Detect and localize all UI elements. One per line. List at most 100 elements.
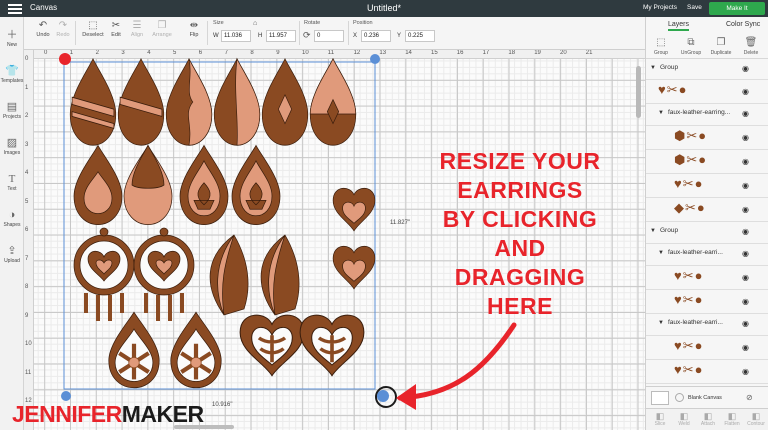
sidebar-item-shapes[interactable]: ◑ Shapes: [0, 209, 24, 228]
layer-item-row[interactable]: ◆✂● ◉: [646, 198, 768, 222]
tool-icon: ◧: [751, 411, 761, 421]
width-input[interactable]: 11.036: [221, 30, 251, 42]
layer-group-label: faux-leather-earri...: [668, 319, 723, 326]
layer-item-row[interactable]: ♥✂● ◉: [646, 80, 768, 104]
eye-icon[interactable]: ◉: [742, 205, 749, 214]
deselect-button[interactable]: ⬚ Deselect: [80, 20, 106, 38]
save-button[interactable]: Save: [687, 4, 702, 11]
tool-icon: ◧: [727, 411, 737, 421]
my-projects-link[interactable]: My Projects: [643, 4, 677, 11]
sidebar-item-label: Templates: [0, 78, 24, 84]
tab-color-sync[interactable]: Color Sync: [726, 21, 760, 28]
expand-arrow-icon[interactable]: ▼: [658, 250, 664, 256]
edit-toolbar: ↶ Undo ↷ Redo ⬚ Deselect ✂ Edit ☰ Align ❐ Arra…: [0, 17, 645, 50]
tool-label: Slice: [654, 421, 666, 427]
tab-layers[interactable]: Layers: [668, 21, 690, 31]
expand-arrow-icon[interactable]: ▼: [658, 110, 664, 116]
lock-icon[interactable]: ⌂: [253, 20, 257, 27]
sidebar-item-upload[interactable]: ⇪ Upload: [0, 245, 24, 264]
flip-button[interactable]: ⇹ Flip: [185, 20, 203, 38]
layer-group-row[interactable]: ▼ faux-leather-earring... ◉: [646, 104, 768, 126]
deselect-icon: ⬚: [88, 20, 98, 31]
canvas-color-circle[interactable]: [675, 393, 684, 402]
edit-label: Edit: [111, 32, 121, 38]
undo-button[interactable]: ↶ Undo: [34, 20, 52, 38]
rotate-handle-icon[interactable]: [370, 54, 380, 64]
layer-group-label: Group: [660, 64, 679, 71]
layer-group-row[interactable]: ▼ faux-leather-earri... ◉: [646, 314, 768, 336]
caption-line: BY CLICKING: [442, 206, 598, 232]
delete-handle-icon[interactable]: [59, 53, 71, 65]
layer-group-row[interactable]: ▼ Group ◉: [646, 222, 768, 244]
left-sidebar: ＋ New 👕 Templates ▤ Projects ▨ Images T Text …: [0, 17, 24, 430]
layer-item-row[interactable]: ♥✂● ◉: [646, 360, 768, 384]
expand-arrow-icon[interactable]: ▼: [658, 320, 664, 326]
width-readout: 10.916": [212, 402, 233, 408]
layer-thumbnail-icon: ♥✂●: [674, 292, 704, 307]
sidebar-item-templates[interactable]: 👕 Templates: [0, 65, 24, 84]
make-it-button[interactable]: Make It: [709, 2, 765, 15]
eye-icon[interactable]: ◉: [742, 181, 749, 190]
layer-group-row[interactable]: ▼ Group ◉: [646, 59, 768, 80]
eye-icon[interactable]: ◉: [742, 64, 749, 73]
tool-icon: ◧: [655, 411, 665, 421]
tool-flatten-button[interactable]: ◧ Flatten: [720, 411, 744, 427]
layer-item-row[interactable]: ♥✂● ◉: [646, 174, 768, 198]
eye-icon[interactable]: ◉: [742, 227, 749, 236]
undo-label: Undo: [36, 32, 50, 38]
plus-icon: ＋: [6, 29, 18, 41]
tool-weld-button[interactable]: ◧ Weld: [672, 411, 696, 427]
sidebar-item-new[interactable]: ＋ New: [0, 29, 24, 48]
eye-icon[interactable]: ◉: [742, 109, 749, 118]
layer-group-row[interactable]: ▼ faux-leather-earri... ◉: [646, 244, 768, 266]
rotate-input[interactable]: 0: [314, 30, 344, 42]
flip-label: Flip: [189, 32, 199, 38]
height-input[interactable]: 11.957: [266, 30, 296, 42]
hide-icon[interactable]: ⊘: [746, 393, 753, 402]
sidebar-item-text[interactable]: T Text: [0, 173, 24, 192]
y-label: Y: [397, 33, 402, 39]
layer-item-row[interactable]: ♥✂● ◉: [646, 336, 768, 360]
align-button[interactable]: ☰ Align: [128, 20, 146, 38]
layer-thumbnail-icon: ⬢✂●: [674, 152, 708, 167]
group-button[interactable]: ⬚ Group: [646, 37, 676, 56]
expand-arrow-icon[interactable]: ▼: [650, 228, 656, 234]
delete-button[interactable]: 🗑 Delete: [736, 37, 766, 56]
lock-handle-icon[interactable]: [61, 391, 71, 401]
duplicate-button[interactable]: ❐ Duplicate: [706, 37, 736, 56]
y-input[interactable]: 0.225: [405, 30, 435, 42]
layer-group-label: Group: [660, 227, 679, 234]
arrange-button[interactable]: ❐ Arrange: [149, 20, 175, 38]
align-label: Align: [130, 32, 144, 38]
caption-line: RESIZE YOUR: [439, 148, 601, 174]
sidebar-item-images[interactable]: ▨ Images: [0, 137, 24, 156]
layer-item-row[interactable]: ♥✂● ◉: [646, 290, 768, 314]
expand-arrow-icon[interactable]: ▼: [650, 65, 656, 71]
ungroup-button[interactable]: ⧉ UnGroup: [676, 37, 706, 56]
eye-icon[interactable]: ◉: [742, 157, 749, 166]
tool-attach-button[interactable]: ◧ Attach: [696, 411, 720, 427]
eye-icon[interactable]: ◉: [742, 297, 749, 306]
canvas-color-swatch[interactable]: [651, 391, 669, 405]
eye-icon[interactable]: ◉: [742, 249, 749, 258]
eye-icon[interactable]: ◉: [742, 343, 749, 352]
eye-icon[interactable]: ◉: [742, 319, 749, 328]
x-input[interactable]: 0.236: [361, 30, 391, 42]
eye-icon[interactable]: ◉: [742, 87, 749, 96]
tool-slice-button[interactable]: ◧ Slice: [648, 411, 672, 427]
sidebar-item-projects[interactable]: ▤ Projects: [0, 101, 24, 120]
blank-canvas-row[interactable]: Blank Canvas ⊘: [646, 386, 768, 408]
redo-label: Redo: [56, 32, 70, 38]
tool-contour-button[interactable]: ◧ Contour: [744, 411, 768, 427]
layer-item-row[interactable]: ⬢✂● ◉: [646, 126, 768, 150]
scissors-icon: ✂: [111, 20, 121, 31]
tool-icon: ◧: [703, 411, 713, 421]
eye-icon[interactable]: ◉: [742, 367, 749, 376]
resize-handle-icon[interactable]: [377, 390, 389, 402]
eye-icon[interactable]: ◉: [742, 133, 749, 142]
redo-button[interactable]: ↷ Redo: [54, 20, 72, 38]
edit-button[interactable]: ✂ Edit: [107, 20, 125, 38]
layer-item-row[interactable]: ⬢✂● ◉: [646, 150, 768, 174]
layer-item-row[interactable]: ♥✂● ◉: [646, 266, 768, 290]
eye-icon[interactable]: ◉: [742, 273, 749, 282]
